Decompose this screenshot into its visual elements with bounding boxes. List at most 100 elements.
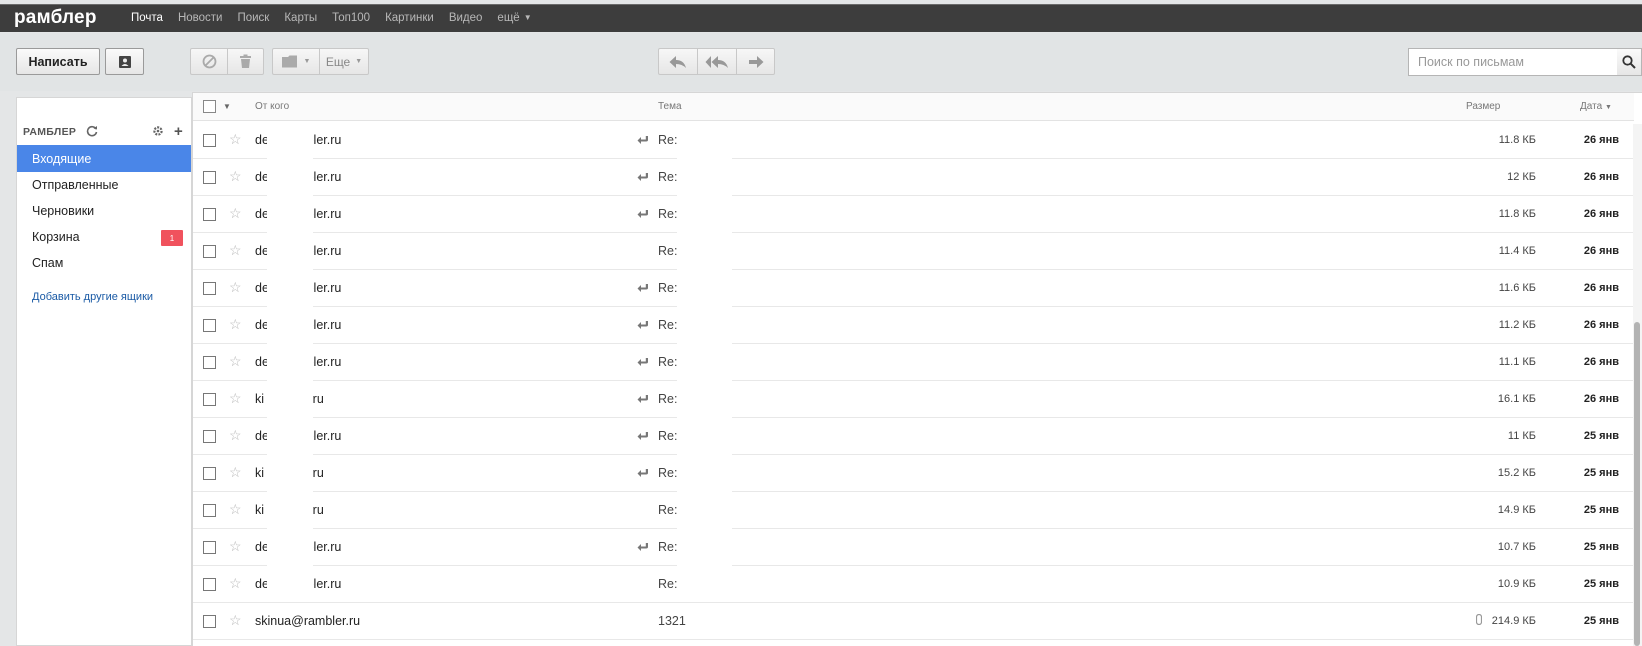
search-icon	[1622, 55, 1636, 69]
reply-all-button[interactable]	[697, 48, 736, 75]
column-header-from[interactable]: От кого	[255, 101, 289, 112]
message-checkbox[interactable]	[203, 393, 216, 406]
chevron-down-icon: ▼	[303, 58, 311, 65]
message-size: 14.9 КБ	[1497, 504, 1536, 516]
nav-more-label: ещё	[497, 12, 520, 24]
message-row[interactable]: ☆de @rambler.ruRe:11.6 КБ26 янв	[193, 270, 1634, 307]
star-icon[interactable]: ☆	[229, 353, 242, 370]
star-icon[interactable]: ☆	[229, 501, 242, 518]
block-icon	[202, 54, 216, 69]
contacts-button[interactable]	[105, 48, 144, 75]
message-row[interactable]: ☆ki rambler.ruRe:16.1 КБ26 янв	[193, 381, 1634, 418]
folder-drafts[interactable]: Черновики	[17, 197, 191, 224]
rambler-logo[interactable]: рамблер	[14, 7, 97, 29]
folder-label: Черновики	[32, 203, 95, 218]
move-to-folder-button[interactable]: ▼	[272, 48, 319, 75]
message-subject: Re:	[658, 540, 678, 554]
star-icon[interactable]: ☆	[229, 464, 242, 481]
message-checkbox[interactable]	[203, 208, 216, 221]
message-size: 15.2 КБ	[1497, 467, 1536, 479]
star-icon[interactable]: ☆	[229, 427, 242, 444]
message-row[interactable]: ☆de @rambler.ruRe:10.7 КБ25 янв	[193, 529, 1634, 566]
nav-item-news[interactable]: Новости	[178, 12, 223, 24]
message-checkbox[interactable]	[203, 245, 216, 258]
message-checkbox[interactable]	[203, 615, 216, 628]
message-row[interactable]: ☆ki rambler.ruRe:15.2 КБ25 янв	[193, 455, 1634, 492]
compose-button[interactable]: Написать	[16, 48, 100, 75]
message-subject: Re:	[658, 318, 678, 332]
message-subject: Re:	[658, 355, 678, 369]
message-row[interactable]: ☆de @rambler.ruRe:11.8 КБ26 янв	[193, 122, 1634, 159]
replied-icon	[637, 170, 649, 185]
forward-button[interactable]	[736, 48, 775, 75]
message-checkbox[interactable]	[203, 134, 216, 147]
refresh-button[interactable]	[86, 125, 98, 140]
spam-button[interactable]	[190, 48, 227, 75]
column-header-date[interactable]: Дата ▼	[1580, 101, 1612, 112]
nav-item-video[interactable]: Видео	[449, 12, 483, 24]
folder-sent[interactable]: Отправленные	[17, 171, 191, 198]
star-icon[interactable]: ☆	[229, 575, 242, 592]
message-row[interactable]: ☆de @rambler.ruRe:11 КБ25 янв	[193, 418, 1634, 455]
nav-item-top100[interactable]: Топ100	[332, 12, 370, 24]
message-checkbox[interactable]	[203, 504, 216, 517]
message-row[interactable]: ☆de @rambler.ruRe:10.9 КБ25 янв	[193, 566, 1634, 603]
date-header-label: Дата	[1580, 101, 1603, 112]
star-icon[interactable]: ☆	[229, 205, 242, 222]
column-header-size[interactable]: Размер	[1466, 101, 1500, 112]
message-row[interactable]: ☆de @rambler.ruRe:11.2 КБ26 янв	[193, 307, 1634, 344]
star-icon[interactable]: ☆	[229, 612, 242, 629]
message-row[interactable]: ☆ki rambler.ruRe:14.9 КБ25 янв	[193, 492, 1634, 529]
star-icon[interactable]: ☆	[229, 242, 242, 259]
message-subject: Re:	[658, 170, 678, 184]
folder-inbox[interactable]: Входящие	[17, 145, 191, 172]
message-row[interactable]: ☆de @rambler.ruRe:11.4 КБ26 янв	[193, 233, 1634, 270]
nav-item-pictures[interactable]: Картинки	[385, 12, 434, 24]
sort-desc-icon: ▼	[1604, 104, 1612, 111]
star-icon[interactable]: ☆	[229, 316, 242, 333]
message-checkbox[interactable]	[203, 171, 216, 184]
message-checkbox[interactable]	[203, 356, 216, 369]
folder-icon	[281, 55, 297, 68]
chevron-down-icon: ▼	[355, 58, 363, 65]
mail-search-input[interactable]: Поиск по письмам	[1408, 48, 1618, 76]
select-all-checkbox[interactable]	[203, 100, 216, 113]
star-icon[interactable]: ☆	[229, 131, 242, 148]
reply-button[interactable]	[658, 48, 697, 75]
add-folder-button[interactable]: +	[174, 123, 183, 140]
message-row[interactable]: ☆de @rambler.ruRe:11.1 КБ26 янв	[193, 344, 1634, 381]
delete-button[interactable]	[227, 48, 264, 75]
message-checkbox[interactable]	[203, 578, 216, 591]
nav-item-mail[interactable]: Почта	[131, 12, 163, 24]
message-row[interactable]: ☆de @rambler.ruRe:11.8 КБ26 янв	[193, 196, 1634, 233]
folder-trash[interactable]: Корзина 1	[17, 223, 191, 250]
more-actions-button[interactable]: Еще ▼	[319, 48, 369, 75]
message-row[interactable]: ☆de @rambler.ruRe:12 КБ26 янв	[193, 159, 1634, 196]
settings-button[interactable]	[152, 125, 164, 140]
nav-item-search[interactable]: Поиск	[237, 12, 269, 24]
search-button[interactable]	[1617, 48, 1642, 76]
message-subject: Re:	[658, 133, 678, 147]
star-icon[interactable]: ☆	[229, 390, 242, 407]
message-checkbox[interactable]	[203, 282, 216, 295]
star-icon[interactable]: ☆	[229, 168, 242, 185]
chevron-down-icon[interactable]: ▼	[223, 102, 231, 111]
replied-icon	[637, 392, 649, 407]
add-mailboxes-link[interactable]: Добавить другие ящики	[32, 291, 153, 303]
star-icon[interactable]: ☆	[229, 538, 242, 555]
message-row[interactable]: ☆ skinua@rambler.ru 1321 214.9 КБ 25 янв	[193, 603, 1634, 640]
scrollbar-thumb[interactable]	[1634, 322, 1640, 646]
column-header-subject[interactable]: Тема	[658, 101, 682, 112]
message-checkbox[interactable]	[203, 430, 216, 443]
nav-item-more[interactable]: ещё ▼	[497, 12, 531, 24]
message-checkbox[interactable]	[203, 467, 216, 480]
replied-icon	[637, 207, 649, 222]
message-checkbox[interactable]	[203, 319, 216, 332]
replied-icon	[637, 429, 649, 444]
nav-item-maps[interactable]: Карты	[284, 12, 317, 24]
message-date: 26 янв	[1583, 356, 1619, 368]
replied-icon	[637, 281, 649, 296]
message-checkbox[interactable]	[203, 541, 216, 554]
folder-spam[interactable]: Спам	[17, 249, 191, 276]
star-icon[interactable]: ☆	[229, 279, 242, 296]
